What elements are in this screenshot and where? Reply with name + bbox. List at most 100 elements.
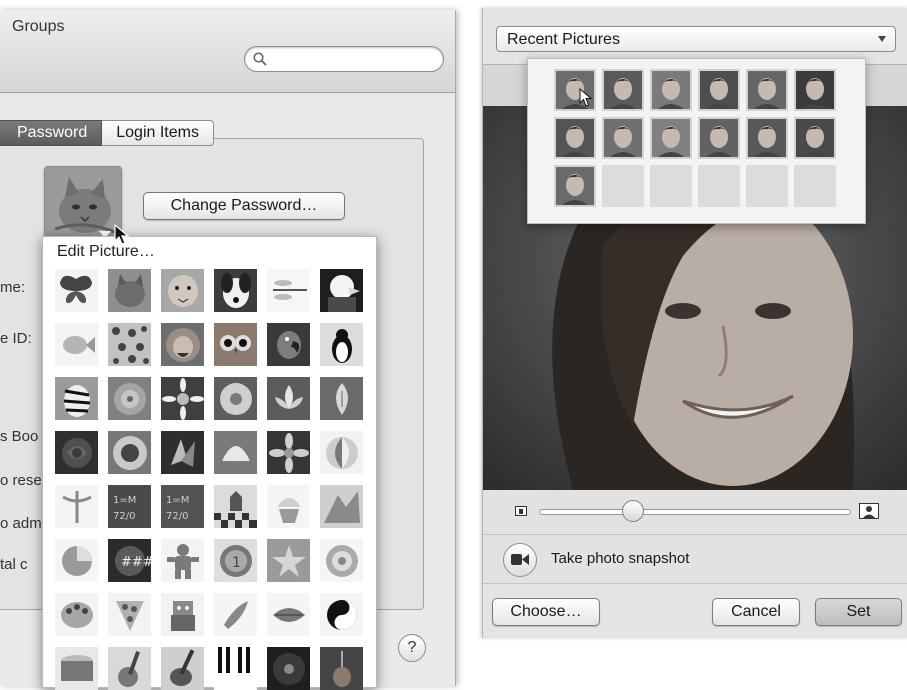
recent-picture[interactable]	[602, 117, 644, 159]
picture-red-rose[interactable]	[55, 431, 98, 474]
set-button[interactable]: Set	[815, 598, 902, 626]
picture-dog[interactable]	[214, 269, 257, 312]
picture-target[interactable]	[320, 539, 363, 582]
picture-lotus[interactable]	[267, 377, 310, 420]
picture-palette[interactable]	[55, 593, 98, 636]
zoom-slider[interactable]	[539, 509, 851, 515]
svg-text:1=M: 1=M	[166, 495, 189, 506]
recent-picture[interactable]	[602, 69, 644, 111]
picture-star[interactable]	[267, 539, 310, 582]
choose-button[interactable]: Choose…	[492, 598, 600, 626]
recent-picture[interactable]	[554, 165, 596, 207]
picture-dragonfly[interactable]	[267, 269, 310, 312]
picture-yin-yang[interactable]	[320, 593, 363, 636]
recent-picture[interactable]	[746, 69, 788, 111]
picture-eagle[interactable]	[320, 269, 363, 312]
svg-text:72/0: 72/0	[113, 511, 135, 522]
picture-lion[interactable]	[161, 323, 204, 366]
recent-picture[interactable]	[794, 69, 836, 111]
user-picture-button[interactable]	[44, 166, 122, 244]
recent-picture[interactable]	[554, 117, 596, 159]
picture-dahlia[interactable]	[108, 377, 151, 420]
search-icon	[253, 52, 267, 66]
help-button[interactable]: ?	[398, 634, 426, 662]
picture-robot[interactable]	[161, 593, 204, 636]
option-label-1: s Boo	[0, 428, 39, 445]
change-password-button[interactable]: Change Password…	[143, 192, 345, 220]
take-snapshot-button[interactable]	[503, 543, 537, 577]
picture-leopard[interactable]	[108, 323, 151, 366]
mouse-cursor-icon	[114, 224, 130, 245]
video-camera-icon	[511, 554, 529, 565]
zoom-slider-knob[interactable]	[622, 500, 644, 522]
picture-sunflower[interactable]	[108, 431, 151, 474]
picture-owl[interactable]	[214, 323, 257, 366]
zoom-slider-bar	[483, 490, 907, 535]
svg-text:72/0: 72/0	[166, 511, 188, 522]
picture-drum[interactable]	[55, 647, 98, 690]
picture-editor-window: Recent Pictures Take photo snapshot Choo…	[482, 8, 907, 638]
tab-login-items[interactable]: Login Items	[102, 120, 214, 146]
tab-password[interactable]: Password	[0, 120, 103, 146]
picture-zen[interactable]	[161, 431, 204, 474]
picture-cat[interactable]	[108, 269, 151, 312]
window-toolbar: Groups	[0, 10, 455, 93]
picture-chalk-2[interactable]: 1=M 72/0	[161, 485, 204, 528]
picture-penguin[interactable]	[320, 323, 363, 366]
picture-fish[interactable]	[55, 323, 98, 366]
edit-picture-item[interactable]: Edit Picture…	[57, 243, 155, 261]
recent-pictures-grid	[554, 69, 836, 207]
search-field[interactable]	[244, 46, 444, 72]
picture-guitar[interactable]	[108, 647, 151, 690]
picture-zebra[interactable]	[55, 377, 98, 420]
mouse-cursor-icon	[579, 88, 593, 107]
option-label-3: o adm	[0, 515, 42, 532]
picture-electric-guitar[interactable]	[161, 647, 204, 690]
picture-parrot[interactable]	[267, 323, 310, 366]
picture-cupcake[interactable]	[267, 485, 310, 528]
picture-medical[interactable]	[55, 485, 98, 528]
picture-beach-ball[interactable]	[320, 431, 363, 474]
picture-chess[interactable]	[214, 485, 257, 528]
chevron-down-icon	[878, 36, 886, 42]
picture-piano[interactable]	[214, 647, 257, 690]
picture-lilly[interactable]	[320, 377, 363, 420]
picture-gear-shift[interactable]: ###	[108, 539, 151, 582]
recent-picture[interactable]	[698, 69, 740, 111]
picture-daisy[interactable]	[161, 377, 204, 420]
picture-pizza[interactable]	[108, 593, 151, 636]
recent-picture[interactable]	[794, 117, 836, 159]
window-title: Groups	[12, 18, 65, 35]
picture-vinyl[interactable]	[267, 647, 310, 690]
recent-picture[interactable]	[650, 117, 692, 159]
picture-violin[interactable]	[320, 647, 363, 690]
source-select[interactable]: Recent Pictures	[496, 26, 896, 52]
recent-picture-empty	[746, 165, 788, 207]
snapshot-row: Take photo snapshot	[483, 535, 907, 584]
recent-picture-empty	[602, 165, 644, 207]
picture-picker-menu: Edit Picture… 1=M 72/0 1=M 72/0 ### 1	[42, 236, 377, 690]
recent-picture[interactable]	[746, 117, 788, 159]
picture-pie[interactable]	[55, 539, 98, 582]
recent-pictures-popup	[527, 58, 866, 224]
picture-butterfly[interactable]	[55, 269, 98, 312]
picture-cheetah[interactable]	[161, 269, 204, 312]
picture-whirl[interactable]	[267, 431, 310, 474]
cancel-button[interactable]: Cancel	[712, 598, 800, 626]
search-input[interactable]	[271, 50, 435, 68]
field-label-name: me:	[0, 279, 26, 296]
recent-picture[interactable]	[698, 117, 740, 159]
recent-picture-empty	[650, 165, 692, 207]
picture-gingerbread-man[interactable]	[161, 539, 204, 582]
picture-flower[interactable]	[214, 377, 257, 420]
picture-rocket[interactable]	[214, 593, 257, 636]
picture-lips[interactable]	[267, 593, 310, 636]
recent-picture[interactable]	[650, 69, 692, 111]
picture-earth[interactable]	[320, 485, 363, 528]
recent-picture-empty	[794, 165, 836, 207]
svg-text:1: 1	[232, 555, 241, 571]
picture-chalk[interactable]: 1=M 72/0	[108, 485, 151, 528]
snapshot-label: Take photo snapshot	[551, 550, 690, 567]
picture-snowy-flower[interactable]	[214, 431, 257, 474]
picture-medal[interactable]: 1	[214, 539, 257, 582]
